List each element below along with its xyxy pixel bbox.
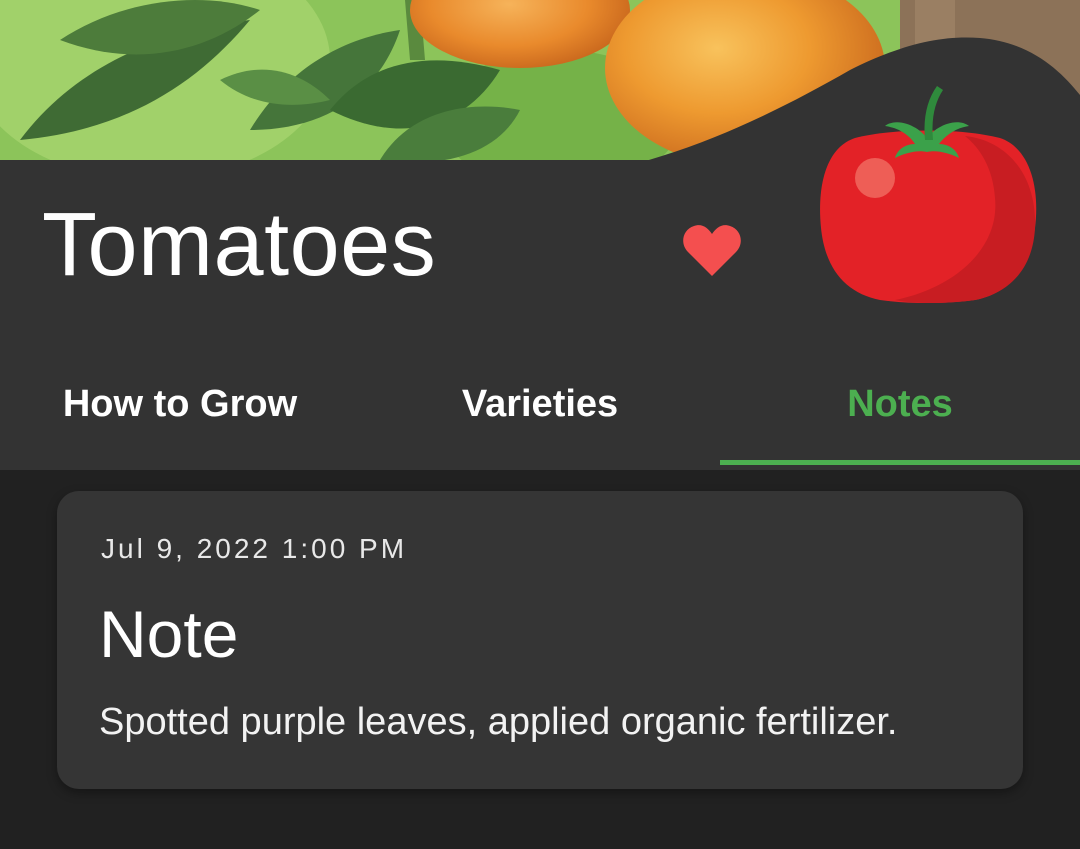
- tab-notes[interactable]: Notes: [720, 345, 1080, 465]
- tab-label: Varieties: [461, 382, 619, 425]
- note-date: Jul 9, 2022 1:00 PM: [101, 533, 408, 564]
- note-body: Spotted purple leaves, applied organic f…: [99, 701, 898, 743]
- page-title: Tomatoes: [42, 195, 437, 295]
- note-card[interactable]: Jul 9, 2022 1:00 PM Note Spotted purple …: [57, 491, 1023, 789]
- tab-label: Notes: [847, 382, 953, 425]
- tab-how-to-grow[interactable]: How to Grow: [0, 345, 360, 463]
- heart-icon: [683, 225, 741, 276]
- tab-varieties[interactable]: Varieties: [360, 345, 720, 463]
- tab-bar: How to Grow Varieties Notes: [0, 345, 1080, 470]
- tomato-icon: [815, 78, 1040, 308]
- tab-label: How to Grow: [62, 382, 298, 425]
- active-tab-indicator: [720, 460, 1080, 465]
- note-title: Note: [99, 597, 239, 671]
- favorite-button[interactable]: [680, 220, 744, 280]
- plant-detail-screen: Tomatoes How to Grow Varieties Notes Jul…: [0, 0, 1080, 849]
